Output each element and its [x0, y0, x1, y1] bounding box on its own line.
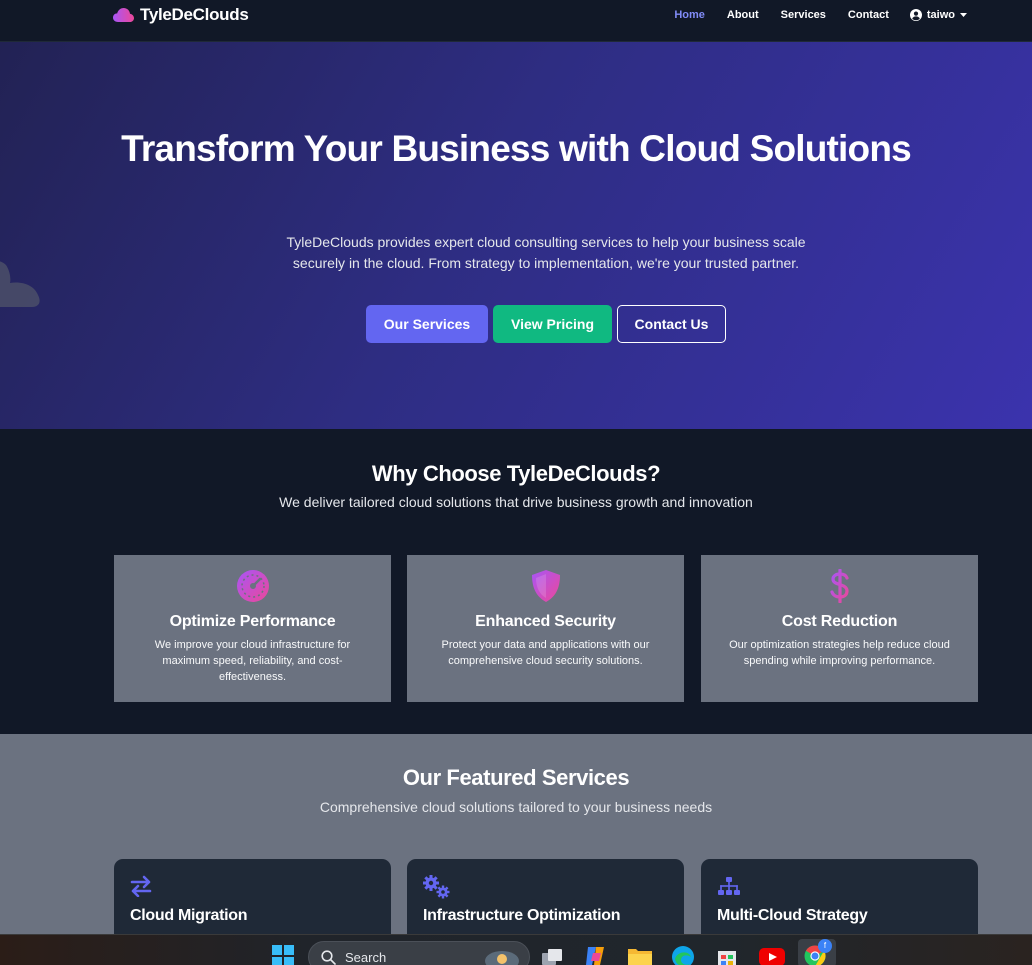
edge-browser-icon[interactable]: [671, 945, 695, 965]
feature-title: Cost Reduction: [781, 613, 898, 630]
windows-taskbar: Search f: [0, 934, 1032, 965]
caret-down-icon: [960, 12, 967, 17]
feature-title: Enhanced Security: [475, 613, 616, 630]
shield-icon: [531, 570, 560, 602]
our-services-button[interactable]: Our Services: [366, 305, 488, 343]
services-subtitle: Comprehensive cloud solutions tailored t…: [319, 799, 713, 815]
search-placeholder: Search: [345, 950, 387, 965]
service-title: Infrastructure Optimization: [423, 907, 621, 924]
decorative-cloud-icon: [0, 261, 40, 307]
sitemap-icon: [718, 877, 740, 895]
service-title: Multi-Cloud Strategy: [717, 907, 868, 924]
windows-start-icon[interactable]: [272, 945, 294, 965]
cloud-icon: [113, 8, 134, 22]
feature-card-performance: Optimize Performance We improve your clo…: [114, 555, 391, 702]
nav-about[interactable]: About: [716, 9, 770, 21]
hero-title: Transform Your Business with Cloud Solut…: [121, 128, 912, 169]
why-subtitle: We deliver tailored cloud solutions that…: [279, 494, 753, 510]
search-icon: [321, 950, 336, 965]
brand-logo[interactable]: TyleDeClouds: [113, 5, 249, 25]
why-choose-section: Why Choose TyleDeClouds? We deliver tail…: [0, 429, 1032, 734]
hero-subtitle: TyleDeClouds provides expert cloud consu…: [286, 234, 806, 271]
why-title: Why Choose TyleDeClouds?: [371, 461, 661, 486]
file-explorer-icon[interactable]: [627, 946, 653, 965]
feature-title: Optimize Performance: [169, 613, 336, 630]
youtube-icon[interactable]: [759, 948, 785, 965]
services-title: Our Featured Services: [402, 765, 630, 790]
brand-name: TyleDeClouds: [140, 5, 249, 24]
hero-section: Transform Your Business with Cloud Solut…: [0, 42, 1032, 429]
user-menu[interactable]: taiwo: [900, 9, 1032, 21]
nav-home[interactable]: Home: [663, 9, 716, 21]
nav-services[interactable]: Services: [770, 9, 837, 21]
featured-services-section: Our Featured Services Comprehensive clou…: [0, 734, 1032, 949]
hero-buttons: Our Services View Pricing Contact Us: [366, 305, 726, 343]
cogs-icon: [423, 875, 450, 899]
chrome-taskbar-button[interactable]: f: [798, 939, 836, 965]
feature-description: Our optimization strategies help reduce …: [729, 639, 950, 667]
nav-links: Home About Services Contact taiwo: [663, 0, 1032, 30]
navbar: TyleDeClouds Home About Services Contact…: [0, 0, 1032, 42]
feature-description: Protect your data and applications with …: [441, 639, 650, 667]
contact-us-button[interactable]: Contact Us: [617, 305, 726, 343]
view-pricing-button[interactable]: View Pricing: [493, 305, 612, 343]
feature-description: We improve your cloud infrastructure for…: [154, 639, 351, 683]
copilot-icon[interactable]: [584, 945, 608, 965]
chrome-profile-badge: f: [818, 939, 832, 953]
task-view-icon[interactable]: [540, 947, 564, 965]
exchange-icon: [130, 875, 152, 897]
feature-card-security: Enhanced Security Protect your data and …: [407, 555, 684, 702]
user-circle-icon: [909, 9, 922, 21]
nav-contact[interactable]: Contact: [837, 9, 900, 21]
feature-card-cost: Cost Reduction Our optimization strategi…: [701, 555, 978, 702]
tachometer-icon: [236, 570, 269, 602]
user-name: taiwo: [926, 9, 955, 21]
microsoft-store-icon[interactable]: [716, 945, 738, 965]
dollar-icon: [829, 569, 849, 603]
search-highlight-icon: [485, 951, 519, 965]
taskbar-search[interactable]: Search: [308, 941, 530, 965]
service-title: Cloud Migration: [130, 907, 248, 924]
